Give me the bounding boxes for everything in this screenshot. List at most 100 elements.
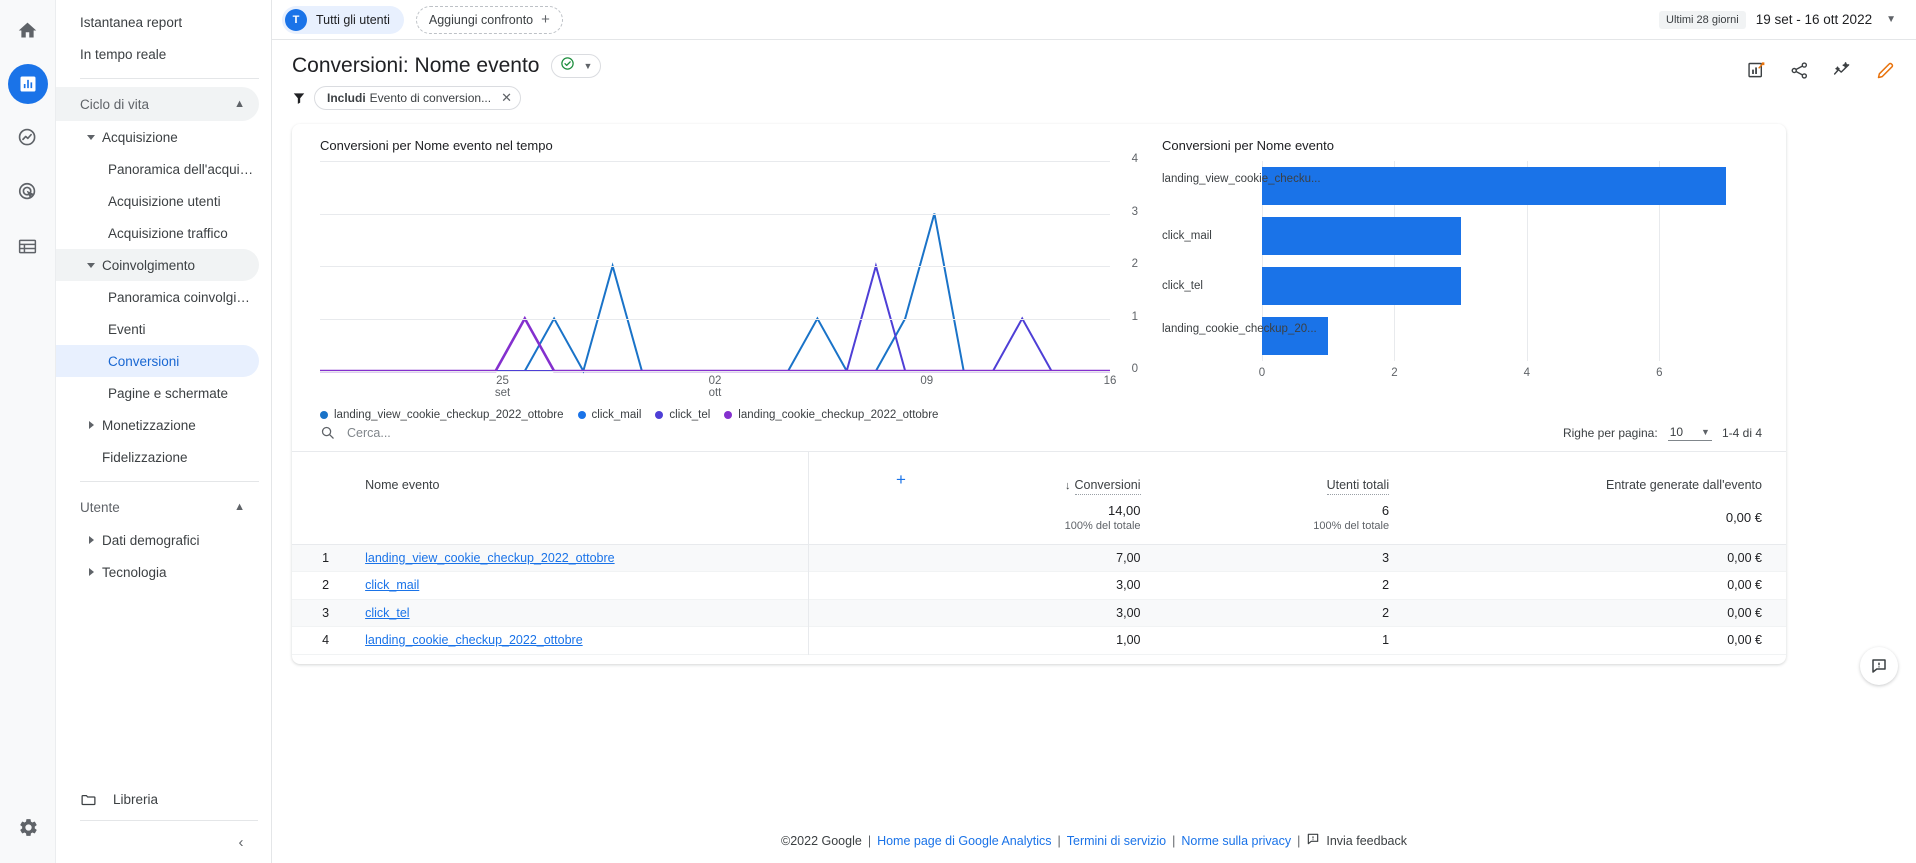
charts-row: Conversioni per Nome evento nel tempo 0 1…	[292, 124, 1786, 421]
date-range-control[interactable]: Ultimi 28 giorni 19 set - 16 ott 2022 ▼	[1659, 10, 1896, 29]
close-icon[interactable]: ✕	[501, 90, 512, 106]
insights-icon[interactable]	[1746, 60, 1767, 81]
audience-chip-label: Tutti gli utenti	[316, 12, 390, 27]
footer-feedback-button[interactable]: Invia feedback	[1306, 832, 1407, 849]
footer-feedback-label: Invia feedback	[1326, 833, 1407, 848]
gear-icon[interactable]	[8, 807, 48, 847]
line-chart-y-tick: 1	[1131, 310, 1138, 323]
sidebar-section-ciclo-di-vita[interactable]: Ciclo di vita ▲	[56, 87, 259, 121]
event-name-link[interactable]: landing_view_cookie_checkup_2022_ottobre	[365, 551, 615, 565]
title-row: Conversioni: Nome evento ▼	[292, 54, 1746, 78]
sidebar-item-eventi[interactable]: Eventi	[56, 313, 259, 345]
table-header-label: Nome evento	[365, 478, 440, 492]
sidebar-item-pagine-e-schermate[interactable]: Pagine e schermate	[56, 377, 259, 409]
table-row[interactable]: 1 landing_view_cookie_checkup_2022_ottob…	[292, 544, 1786, 572]
row-users: 1	[1164, 626, 1414, 655]
data-quality-badge[interactable]: ▼	[551, 54, 602, 78]
sidebar-item-coinvolgimento[interactable]: Coinvolgimento	[56, 249, 259, 281]
sidebar-item-acquisizione-utenti[interactable]: Acquisizione utenti	[56, 185, 259, 217]
row-users: 2	[1164, 599, 1414, 627]
avatar: T	[285, 8, 307, 31]
line-chart-y-tick: 3	[1131, 205, 1138, 218]
totals-users: 6 100% del totale	[1164, 492, 1414, 545]
table-row[interactable]: 4 landing_cookie_checkup_2022_ottobre 1,…	[292, 626, 1786, 655]
sidebar-item-tecnologia[interactable]: Tecnologia	[56, 556, 259, 588]
table-header-nome-evento[interactable]: Nome evento +	[359, 452, 916, 492]
add-comparison-button[interactable]: Aggiungi confronto +	[415, 5, 563, 34]
bar-chart: Conversioni per Nome evento 0 2 4 6 landing_…	[1142, 124, 1786, 414]
sidebar-item-label: Panoramica coinvolgimento	[108, 289, 259, 305]
sidebar-item-label: Acquisizione utenti	[108, 193, 221, 209]
sidebar-item-panoramica-acquisizione[interactable]: Panoramica dell'acquisizio...	[56, 153, 259, 185]
sidebar-item-fidelizzazione[interactable]: Fidelizzazione	[56, 441, 259, 473]
bar[interactable]	[1262, 217, 1461, 255]
footer-separator: |	[1172, 833, 1176, 848]
sidebar-item-label: Pagine e schermate	[108, 385, 229, 401]
pagination-controls: Righe per pagina: 10 ▼ 1-4 di 4	[1563, 425, 1762, 441]
sidebar-item-in-tempo-reale[interactable]: In tempo reale	[56, 38, 259, 70]
row-name: landing_view_cookie_checkup_2022_ottobre	[359, 544, 916, 572]
sidebar-item-panoramica-coinvolgimento[interactable]: Panoramica coinvolgimento	[56, 281, 259, 313]
totals-name	[359, 492, 916, 545]
sidebar-item-acquisizione-traffico[interactable]: Acquisizione traffico	[56, 217, 259, 249]
search-input[interactable]	[347, 425, 627, 440]
audience-chip[interactable]: T Tutti gli utenti	[282, 5, 404, 34]
table-row[interactable]: 2 click_mail 3,00 2 0,00 €	[292, 571, 1786, 600]
chevron-up-icon: ▲	[234, 98, 245, 110]
sidebar-item-dati-demografici[interactable]: Dati demografici	[56, 524, 259, 556]
filter-row: Includi Evento di conversion... ✕	[292, 86, 1746, 110]
bar[interactable]	[1262, 167, 1726, 205]
footer-link-privacy[interactable]: Norme sulla privacy	[1181, 834, 1291, 848]
sidebar-item-label: Istantanea report	[80, 14, 183, 30]
line-chart-x-tick: 02 ott	[708, 375, 722, 399]
totals-rank	[292, 492, 360, 545]
sidebar-item-conversioni[interactable]: Conversioni	[56, 345, 259, 377]
plus-icon: +	[541, 11, 550, 28]
table-row[interactable]: 3 click_tel 3,00 2 0,00 €	[292, 599, 1786, 627]
line-series	[320, 315, 1110, 373]
rows-per-page-select[interactable]: 10 ▼	[1667, 425, 1712, 441]
line-chart-x-tick: 25 set	[494, 375, 511, 399]
advertising-icon[interactable]	[8, 172, 48, 212]
sidebar-item-istantanea-report[interactable]: Istantanea report	[56, 6, 259, 38]
sidebar-section-label: Utente	[80, 499, 120, 515]
share-icon[interactable]	[1789, 60, 1810, 81]
bar-category-label: landing_cookie_checkup_20...	[1162, 323, 1317, 335]
table-header-entrate[interactable]: Entrate generate dall'evento	[1413, 452, 1786, 492]
page-title: Conversioni: Nome evento	[292, 54, 540, 77]
table-header-conversioni[interactable]: ↓ Conversioni	[916, 452, 1165, 495]
library-icon[interactable]	[8, 226, 48, 266]
filter-chip[interactable]: Includi Evento di conversion... ✕	[314, 86, 521, 110]
totals-conversions: 14,00 100% del totale	[915, 492, 1165, 545]
edit-icon[interactable]	[1875, 60, 1896, 81]
event-name-link[interactable]: click_mail	[365, 578, 419, 592]
table-header-utenti-totali[interactable]: Utenti totali	[1165, 452, 1414, 495]
table-header-row: Nome evento + ↓ Conversioni Utenti totali	[292, 452, 1786, 495]
reports-icon[interactable]	[7, 64, 48, 104]
event-name-link[interactable]: click_tel	[365, 606, 409, 620]
add-dimension-button[interactable]: +	[896, 471, 906, 488]
home-icon[interactable]	[8, 10, 48, 50]
totals-revenue-value: 0,00 €	[1725, 510, 1762, 526]
row-revenue: 0,00 €	[1413, 571, 1786, 600]
feedback-fab-button[interactable]	[1860, 647, 1898, 685]
sidebar-item-libreria[interactable]: Libreria	[56, 782, 272, 816]
report-table: Nome evento + ↓ Conversioni Utenti totali	[292, 452, 1786, 655]
collapse-nav-button[interactable]: ‹	[230, 831, 252, 853]
chevron-down-icon: ▼	[1701, 426, 1710, 437]
footer-link-terms[interactable]: Termini di servizio	[1067, 834, 1166, 848]
search-icon	[320, 425, 335, 440]
sidebar-item-monetizzazione[interactable]: Monetizzazione	[56, 409, 259, 441]
bar[interactable]	[1262, 267, 1461, 305]
footer-link-home[interactable]: Home page di Google Analytics	[877, 834, 1051, 848]
row-rank: 3	[292, 599, 360, 627]
row-rank: 2	[292, 571, 360, 600]
line-chart-gridline	[320, 213, 1110, 215]
sidebar-item-acquisizione[interactable]: Acquisizione	[56, 121, 259, 153]
sidebar-section-utente[interactable]: Utente ▲	[56, 490, 259, 524]
sidebar-item-label: Acquisizione	[102, 129, 178, 145]
explore-icon[interactable]	[8, 118, 48, 158]
event-name-link[interactable]: landing_cookie_checkup_2022_ottobre	[365, 633, 583, 647]
compare-icon[interactable]	[1832, 60, 1853, 81]
add-comparison-label: Aggiungi confronto	[428, 12, 534, 27]
